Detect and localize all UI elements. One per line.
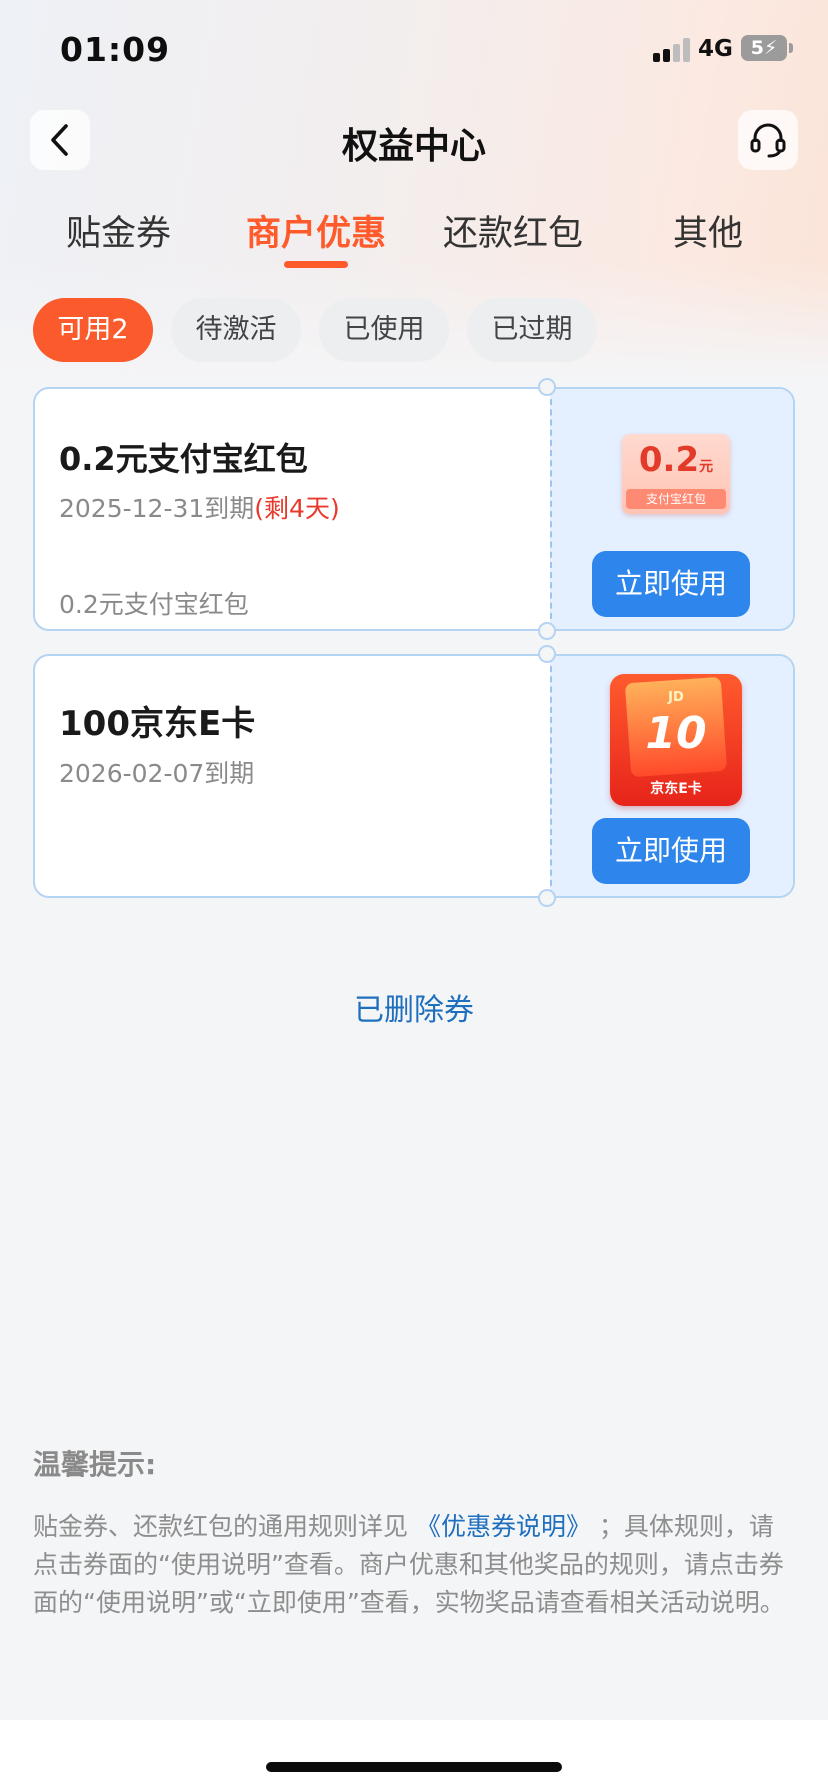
battery-icon: 5⚡ (741, 35, 787, 61)
tab-merchant-offers[interactable]: 商户优惠 (246, 205, 386, 256)
filter-available[interactable]: 可用2 (33, 298, 153, 362)
jd-ecard-image: JD 10 京东E卡 (610, 674, 742, 806)
coupon-title: 100京东E卡 (59, 704, 256, 744)
customer-service-button[interactable] (738, 110, 798, 170)
filter-used[interactable]: 已使用 (319, 298, 449, 362)
coupon-notch (538, 622, 556, 640)
coupon-notch (538, 889, 556, 907)
page-title: 权益中心 (341, 126, 486, 167)
tips-body: 贴金券、还款红包的通用规则详见 《优惠券说明》 ；具体规则，请点击券面的“使用说… (33, 1512, 785, 1617)
filter-expired[interactable]: 已过期 (467, 298, 597, 362)
battery-cap (789, 43, 793, 53)
use-now-button[interactable]: 立即使用 (592, 551, 750, 617)
coupon-notch (538, 378, 556, 396)
status-bar: 01:09 4G 5⚡ (0, 0, 828, 100)
coupon-notch (538, 645, 556, 663)
coupon-card[interactable]: 100京东E卡 2026-02-07到期 JD 10 京东E卡 立即使用 (33, 654, 795, 898)
coupon-card[interactable]: 0.2元支付宝红包 2025-12-31到期(剩4天) 0.2元支付宝红包 0.… (33, 387, 795, 631)
deleted-coupons-link[interactable]: 已删除券 (0, 985, 828, 1029)
tab-repayment-redpacket[interactable]: 还款红包 (443, 205, 583, 256)
coupon-description: 0.2元支付宝红包 (59, 590, 249, 619)
filter-pending-activation[interactable]: 待激活 (171, 298, 301, 362)
battery-level: 5 (750, 37, 764, 59)
signal-icon (653, 38, 691, 62)
coupon-remaining-days: (剩4天) (254, 494, 340, 523)
headset-icon (750, 123, 786, 158)
use-now-button[interactable]: 立即使用 (592, 818, 750, 884)
active-tab-indicator (284, 261, 348, 268)
status-filter-chips: 可用2 待激活 已使用 已过期 (0, 298, 828, 362)
status-time: 01:09 (60, 30, 171, 69)
footer-area (0, 1720, 828, 1792)
coupon-expiry: 2026-02-07到期 (59, 759, 255, 788)
coupon-rules-link[interactable]: 《优惠券说明》 (416, 1512, 591, 1541)
coupon-title: 0.2元支付宝红包 (59, 440, 308, 478)
tab-other[interactable]: 其他 (673, 205, 743, 256)
home-indicator[interactable] (266, 1762, 562, 1772)
category-tabs: 贴金券 商户优惠 还款红包 其他 (0, 195, 828, 270)
tips-title: 温馨提示: (33, 1448, 157, 1481)
network-type: 4G (698, 36, 733, 62)
tab-subsidy-coupon[interactable]: 贴金券 (66, 205, 171, 256)
alipay-redpacket-image: 0.2元 支付宝红包 (622, 434, 730, 514)
nav-bar: 权益中心 (0, 100, 828, 180)
coupon-expiry: 2025-12-31到期(剩4天) (59, 494, 340, 523)
